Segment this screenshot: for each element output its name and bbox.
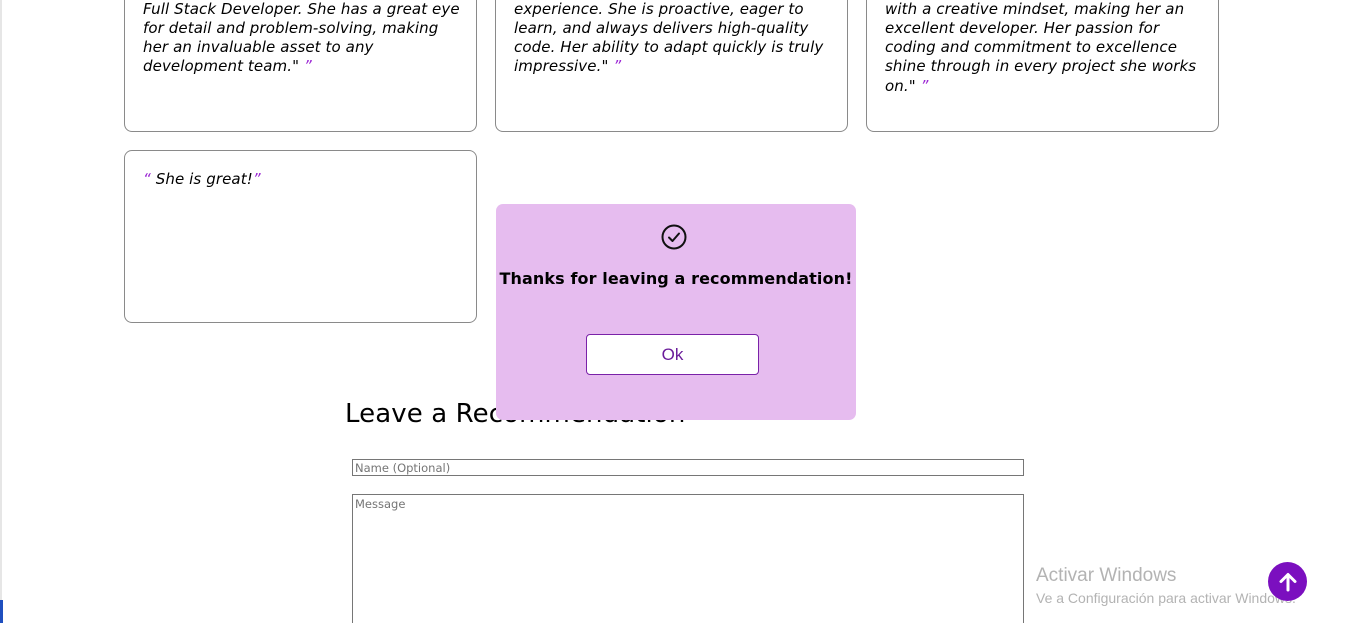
recommendation-card: with a creative mindset, making her an e… bbox=[866, 0, 1219, 132]
close-quote: ” bbox=[303, 57, 312, 76]
window-left-edge bbox=[0, 0, 2, 623]
close-quote: ” bbox=[613, 57, 622, 76]
scroll-to-top-button[interactable] bbox=[1268, 562, 1307, 601]
recommendation-text: experience. She is proactive, eager to l… bbox=[514, 0, 831, 77]
name-input[interactable] bbox=[352, 459, 1024, 476]
recommendation-body: Full Stack Developer. She has a great ey… bbox=[143, 0, 460, 76]
dialog-message: Thanks for leaving a recommendation! bbox=[499, 269, 853, 288]
message-input[interactable] bbox=[352, 494, 1024, 623]
close-quote: ” bbox=[252, 170, 261, 188]
recommendation-text: with a creative mindset, making her an e… bbox=[885, 0, 1202, 96]
watermark-title: Activar Windows bbox=[1036, 565, 1177, 586]
windows-activation-watermark: Activar Windows Ve a Configuración para … bbox=[1036, 565, 1296, 606]
confirmation-dialog: Thanks for leaving a recommendation! Ok bbox=[496, 204, 856, 420]
window-left-edge-accent bbox=[0, 600, 3, 623]
recommendation-card: experience. She is proactive, eager to l… bbox=[495, 0, 848, 132]
recommendation-text: Full Stack Developer. She has a great ey… bbox=[143, 0, 460, 77]
recommendation-text: “ She is great!” bbox=[143, 170, 460, 189]
recommendation-card: Full Stack Developer. She has a great ey… bbox=[124, 0, 477, 132]
ok-button[interactable]: Ok bbox=[586, 334, 759, 375]
arrow-up-icon bbox=[1279, 572, 1296, 591]
portfolio-page: Full Stack Developer. She has a great ey… bbox=[0, 0, 1350, 623]
recommendation-card: “ She is great!” bbox=[124, 150, 477, 323]
recommendation-body: She is great! bbox=[150, 170, 253, 188]
check-circle-icon bbox=[661, 224, 687, 250]
watermark-subtitle: Ve a Configuración para activar Windows. bbox=[1036, 590, 1296, 606]
recommendation-body: with a creative mindset, making her an e… bbox=[885, 0, 1197, 95]
recommendation-body: experience. She is proactive, eager to l… bbox=[514, 0, 824, 76]
open-quote: “ bbox=[143, 170, 151, 188]
close-quote: ” bbox=[920, 76, 929, 95]
